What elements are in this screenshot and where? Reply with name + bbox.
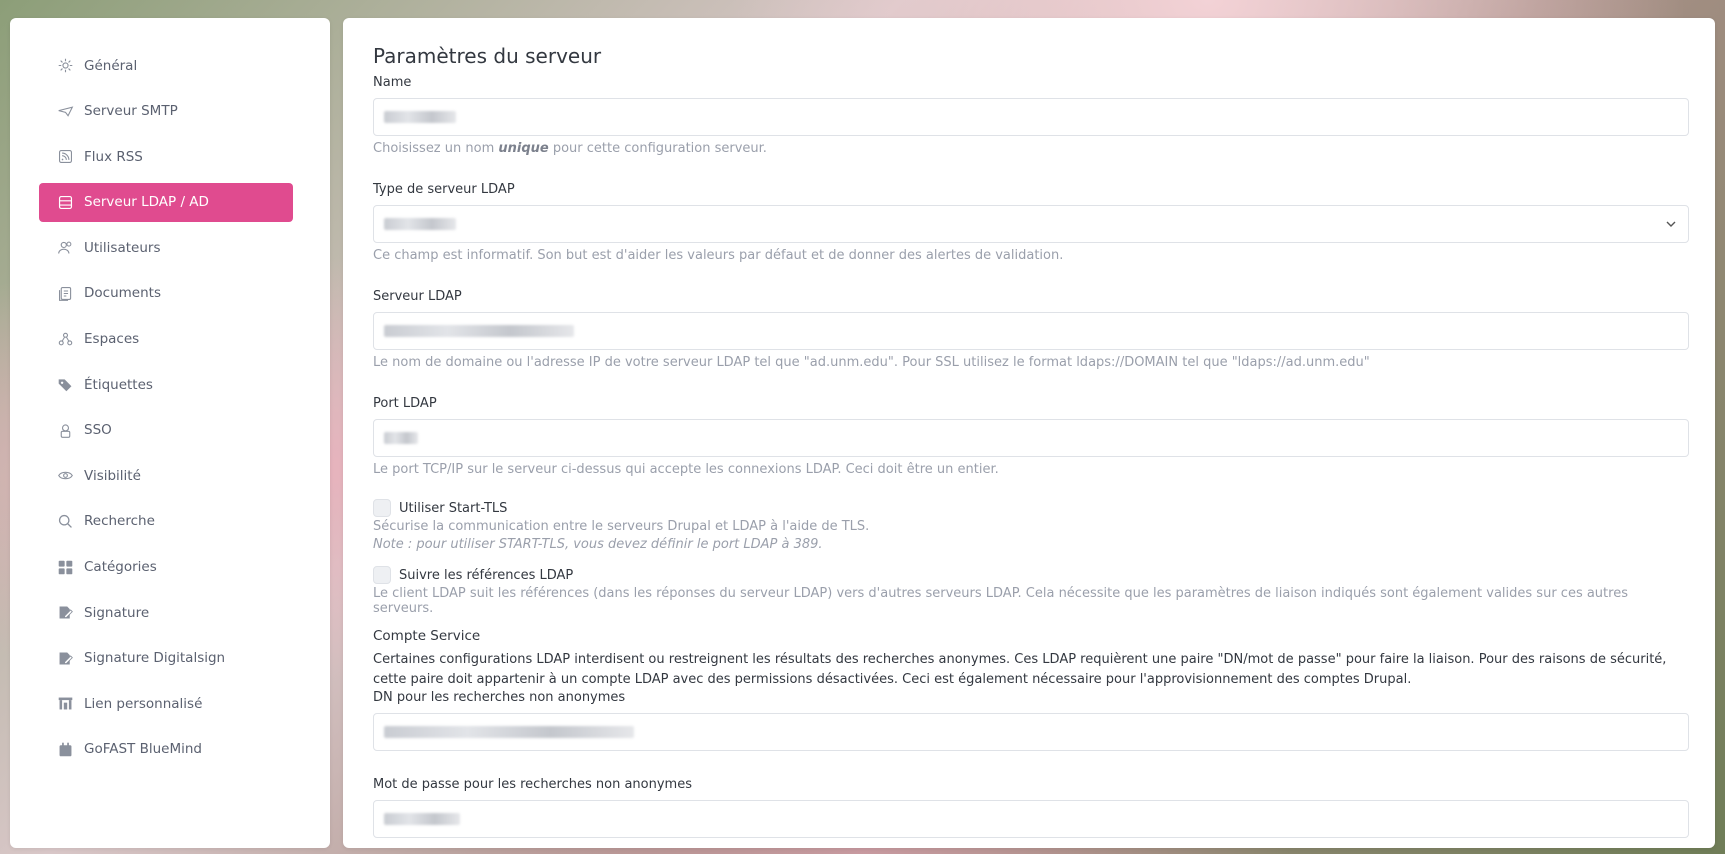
start-tls-checkbox[interactable] (373, 499, 391, 517)
sidebar-item-label: Étiquettes (84, 376, 153, 393)
dn-label: DN pour les recherches non anonymes (373, 690, 626, 705)
port-group: Port LDAP Le port TCP/IP sur le serveur … (373, 396, 1689, 477)
sidebar-item-label: GoFAST BlueMind (84, 741, 202, 758)
server-type-help: Ce champ est informatif. Son but est d'a… (373, 248, 1064, 263)
service-account-text: Certaines configurations LDAP interdisen… (373, 652, 1667, 687)
port-label: Port LDAP (373, 396, 437, 411)
search-icon (57, 513, 74, 530)
link-icon (57, 695, 74, 712)
redacted-value (384, 218, 456, 230)
sidebar-item-signature-digitalsign[interactable]: Signature Digitalsign (39, 639, 293, 678)
sidebar-item-label: Utilisateurs (84, 239, 161, 256)
password-input[interactable] (373, 800, 1689, 838)
server-type-group: Type de serveur LDAP Ce champ est inform… (373, 182, 1689, 263)
sidebar-item-sso[interactable]: SSO (39, 411, 293, 450)
sidebar-item-label: SSO (84, 422, 112, 439)
sidebar-item-label: Catégories (84, 559, 157, 576)
sidebar-item-recherche[interactable]: Recherche (39, 502, 293, 541)
main-panel: Paramètres du serveur Name Choisissez un… (343, 18, 1715, 848)
password-label: Mot de passe pour les recherches non ano… (373, 777, 692, 792)
signature-icon (57, 604, 74, 621)
sidebar-item-visibilit[interactable]: Visibilité (39, 456, 293, 495)
redacted-value (384, 111, 456, 123)
start-tls-help: Sécurise la communication entre le serve… (373, 519, 870, 534)
sso-icon (57, 422, 74, 439)
sidebar-item-lien-personnalis[interactable]: Lien personnalisé (39, 684, 293, 723)
gear-icon (57, 57, 74, 74)
sidebar-item-espaces[interactable]: Espaces (39, 320, 293, 359)
calendar-icon (57, 741, 74, 758)
sidebar-item-documents[interactable]: Documents (39, 274, 293, 313)
start-tls-note: Note : pour utiliser START-TLS, vous dev… (373, 537, 823, 552)
redacted-value (384, 813, 460, 825)
users-icon (57, 239, 74, 256)
send-icon (57, 103, 74, 120)
settings-nav: Général Serveur SMTP Flux RSS Serveur LDAP … (10, 46, 330, 769)
grid-icon (57, 559, 74, 576)
name-label: Name (373, 75, 412, 90)
start-tls-group: Utiliser Start-TLS Sécurise la communica… (373, 499, 1685, 552)
port-input[interactable] (373, 419, 1689, 457)
name-input[interactable] (373, 98, 1689, 136)
signature-digital-icon (57, 650, 74, 667)
name-group: Name Choisissez un nom unique pour cette… (373, 75, 1689, 156)
eye-icon (57, 467, 74, 484)
dn-input[interactable] (373, 713, 1689, 751)
sidebar-item-label: Signature Digitalsign (84, 650, 226, 667)
sidebar-item-serveur-ldap-ad[interactable]: Serveur LDAP / AD (39, 182, 293, 222)
sidebar-item-utilisateurs[interactable]: Utilisateurs (39, 228, 293, 267)
sidebar-item-label: Espaces (84, 331, 140, 348)
sidebar-item-cat-gories[interactable]: Catégories (39, 548, 293, 587)
chevron-down-icon (1666, 221, 1676, 227)
sidebar-item-label: Visibilité (84, 467, 141, 484)
documents-icon (57, 285, 74, 302)
sidebar-item-g-n-ral[interactable]: Général (39, 46, 293, 85)
server-icon (57, 194, 74, 211)
rss-icon (57, 148, 74, 165)
start-tls-label[interactable]: Utiliser Start-TLS (399, 501, 507, 516)
sidebar-item-serveur-smtp[interactable]: Serveur SMTP (39, 92, 293, 131)
server-input[interactable] (373, 312, 1689, 350)
settings-sidebar: Général Serveur SMTP Flux RSS Serveur LDAP … (10, 18, 330, 848)
sidebar-item-label: Recherche (84, 513, 155, 530)
port-help: Le port TCP/IP sur le serveur ci-dessus … (373, 462, 999, 477)
start-tls-row: Utiliser Start-TLS (373, 499, 1685, 517)
server-group: Serveur LDAP Le nom de domaine ou l'adre… (373, 289, 1689, 370)
referrals-help: Le client LDAP suit les références (dans… (373, 586, 1628, 616)
server-help: Le nom de domaine ou l'adresse IP de vot… (373, 355, 1370, 370)
spaces-icon (57, 331, 74, 348)
name-help-post: pour cette configuration serveur. (548, 141, 767, 156)
referrals-checkbox[interactable] (373, 566, 391, 584)
referrals-group: Suivre les références LDAP Le client LDA… (373, 566, 1685, 616)
name-help: Choisissez un nom unique pour cette conf… (373, 141, 1685, 156)
referrals-label[interactable]: Suivre les références LDAP (399, 568, 573, 583)
sidebar-item-gofast-bluemind[interactable]: GoFAST BlueMind (39, 730, 293, 769)
sidebar-item-tiquettes[interactable]: Étiquettes (39, 365, 293, 404)
tags-icon (57, 376, 74, 393)
redacted-value (384, 726, 634, 738)
password-group: Mot de passe pour les recherches non ano… (373, 777, 1689, 838)
name-help-pre: Choisissez un nom (373, 141, 499, 156)
sidebar-item-label: Serveur LDAP / AD (84, 194, 209, 211)
sidebar-item-label: Serveur SMTP (84, 103, 178, 120)
service-account-group: Compte Service Certaines configurations … (373, 628, 1689, 751)
sidebar-item-flux-rss[interactable]: Flux RSS (39, 137, 293, 176)
sidebar-item-label: Lien personnalisé (84, 695, 203, 712)
server-type-select[interactable] (373, 205, 1689, 243)
server-label: Serveur LDAP (373, 289, 462, 304)
redacted-value (384, 432, 418, 444)
redacted-value (384, 325, 574, 337)
sidebar-item-label: Signature (84, 604, 150, 621)
server-type-label: Type de serveur LDAP (373, 182, 515, 197)
sidebar-item-label: Général (84, 57, 138, 74)
page-title: Paramètres du serveur (373, 44, 602, 68)
sidebar-item-signature[interactable]: Signature (39, 593, 293, 632)
sidebar-item-label: Flux RSS (84, 148, 143, 165)
name-help-em: unique (498, 141, 549, 156)
referrals-row: Suivre les références LDAP (373, 566, 1685, 584)
sidebar-item-label: Documents (84, 285, 161, 302)
service-account-heading: Compte Service (373, 628, 481, 644)
